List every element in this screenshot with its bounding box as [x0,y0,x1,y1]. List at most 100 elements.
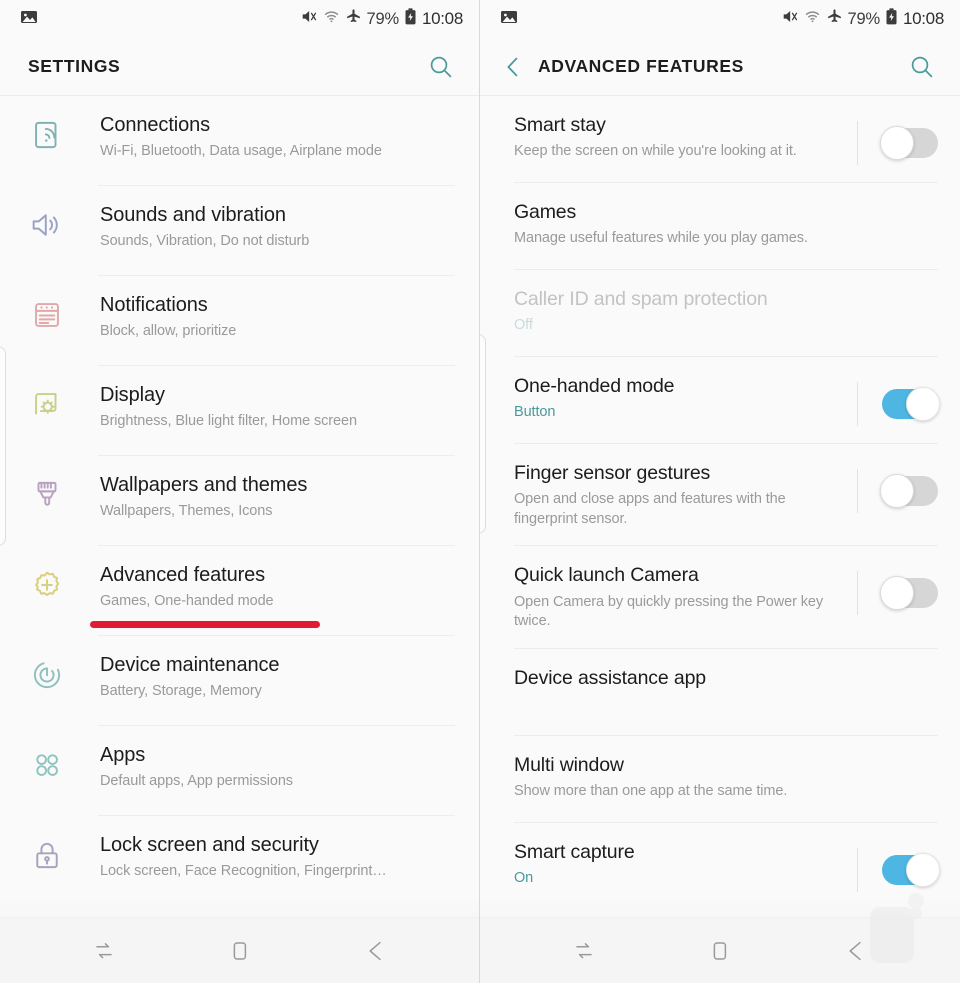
feature-list-item[interactable]: Smart capture On [480,823,960,909]
connections-icon [30,113,74,152]
feature-item-title: Multi window [514,753,624,776]
feature-toggle-switch[interactable] [880,474,938,508]
back-icon[interactable] [348,928,404,974]
page-title: SETTINGS [28,56,121,76]
feature-item-subtitle: Open and close apps and features with th… [514,491,786,527]
refresh-circle-icon [30,653,74,692]
feature-list-item[interactable]: Finger sensor gestures Open and close app… [480,444,960,545]
feature-list-item[interactable]: Smart stay Keep the screen on while you'r… [480,96,960,182]
airplane-mode-icon [826,8,843,30]
airplane-mode-icon [345,8,362,30]
image-icon [20,8,38,31]
settings-item-title: Advanced features [100,564,266,586]
advanced-features-list: Smart stay Keep the screen on while you'r… [480,96,960,909]
search-icon[interactable] [902,47,942,87]
feature-toggle-switch[interactable] [882,387,940,421]
settings-list-item[interactable]: Device maintenance Battery, Storage, Memo… [0,636,479,725]
settings-item-title: Sounds and vibration [100,204,286,226]
lock-icon [30,833,74,872]
edge-panel-handle[interactable] [0,346,6,546]
wifi-icon [323,8,340,30]
feature-list-item: Caller ID and spam protection Off [480,270,960,356]
features-scroll-area[interactable]: Smart stay Keep the screen on while you'r… [480,96,960,983]
settings-item-subtitle: Games, One-handed mode [100,593,274,609]
toggle-container [857,382,940,426]
home-icon[interactable] [692,928,748,974]
feature-item-title: Caller ID and spam protection [514,288,768,310]
feature-item-subtitle: Show more than one app at the same time. [514,783,788,800]
settings-item-subtitle: Wallpapers, Themes, Icons [100,503,273,519]
wifi-icon [804,8,821,30]
apps-grid-icon [30,743,74,782]
toggle-divider [857,382,858,426]
clock-time: 10:08 [421,9,463,28]
feature-item-title: Smart capture [514,840,635,863]
page-title: ADVANCED FEATURES [538,56,744,76]
feature-item-title: Quick launch Camera [514,564,699,587]
feature-list-item[interactable]: Quick launch Camera Open Camera by quickl… [480,546,960,647]
feature-list-item[interactable]: Multi window Show more than one app at th… [480,736,960,822]
toggle-container [857,469,938,513]
status-bar-right: 79% 10:08 [480,0,960,38]
settings-list-item[interactable]: Display Brightness, Blue light filter, Ho… [0,366,479,455]
toggle-knob [906,387,940,421]
toggle-divider [857,847,858,892]
back-icon[interactable] [828,928,884,974]
mute-icon [782,8,799,30]
status-bar-left: 79% 10:08 [0,0,479,38]
battery-icon [404,8,417,30]
toggle-container [857,571,938,616]
feature-item-subtitle: Open Camera by quickly pressing the Powe… [514,593,824,630]
notifications-icon [30,293,74,332]
settings-item-title: Device maintenance [100,654,280,676]
mute-icon [301,8,318,30]
settings-item-subtitle: Brightness, Blue light filter, Home scre… [100,413,357,429]
settings-app-bar: SETTINGS [0,38,479,96]
recents-icon[interactable] [76,928,132,974]
settings-list: Connections Wi-Fi, Bluetooth, Data usage,… [0,96,479,905]
settings-item-subtitle: Block, allow, prioritize [100,323,237,339]
feature-toggle-switch[interactable] [880,576,938,611]
settings-list-item[interactable]: Apps Default apps, App permissions [0,726,479,815]
home-icon[interactable] [212,928,268,974]
search-icon[interactable] [421,47,461,87]
feature-toggle-switch[interactable] [882,852,940,887]
feature-list-item[interactable]: Games Manage useful features while you pl… [480,183,960,269]
toggle-divider [857,121,858,165]
feature-item-subtitle: On [514,870,534,887]
settings-list-item[interactable]: Sounds and vibration Sounds, Vibration, D… [0,186,479,275]
battery-icon [885,8,898,30]
feature-item-title: Smart stay [514,114,606,136]
advanced-features-screen: 79% 10:08 ADVANCED FEATURES Smart stay K… [480,0,960,983]
image-icon [500,8,518,31]
feature-list-item[interactable]: Device assistance app [480,649,960,735]
recents-icon[interactable] [556,928,612,974]
settings-item-subtitle: Lock screen, Face Recognition, Fingerpri… [100,863,387,879]
settings-item-subtitle: Sounds, Vibration, Do not disturb [100,233,310,249]
toggle-divider [857,469,858,513]
settings-list-item[interactable]: Wallpapers and themes Wallpapers, Themes,… [0,456,479,545]
toggle-divider [857,571,858,616]
paintbrush-icon [30,473,74,512]
settings-list-item[interactable]: Lock screen and security Lock screen, Fac… [0,816,479,905]
settings-screen: 79% 10:08 SETTINGS Connections Wi-Fi, Bl… [0,0,480,983]
settings-item-title: Display [100,384,165,406]
settings-item-subtitle: Battery, Storage, Memory [100,683,262,699]
speaker-icon [30,203,74,242]
settings-item-title: Apps [100,744,146,766]
feature-item-title: Device assistance app [514,666,706,689]
settings-item-title: Lock screen and security [100,834,319,856]
feature-item-title: One-handed mode [514,375,675,397]
annotation-underline-advanced-features [90,621,320,628]
feature-list-item[interactable]: One-handed mode Button [480,357,960,443]
feature-item-subtitle: Manage useful features while you play ga… [514,230,808,247]
settings-item-subtitle: Wi-Fi, Bluetooth, Data usage, Airplane m… [100,143,382,159]
edge-panel-handle[interactable] [480,334,486,534]
display-brightness-icon [30,383,74,422]
back-arrow-icon[interactable] [494,48,532,86]
settings-list-item[interactable]: Notifications Block, allow, prioritize [0,276,479,365]
settings-scroll-area[interactable]: Connections Wi-Fi, Bluetooth, Data usage,… [0,96,479,983]
toggle-knob [880,576,914,611]
settings-list-item[interactable]: Connections Wi-Fi, Bluetooth, Data usage,… [0,96,479,185]
feature-toggle-switch[interactable] [880,126,938,160]
